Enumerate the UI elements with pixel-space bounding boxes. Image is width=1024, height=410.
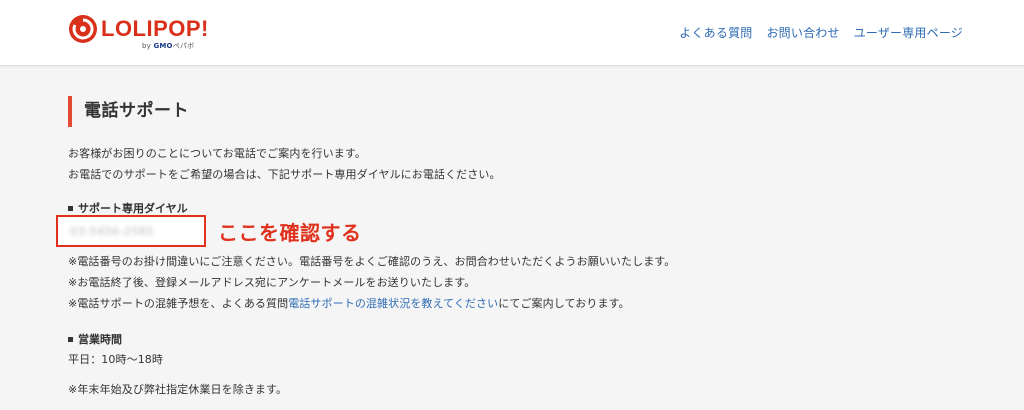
bullet-square [68, 337, 73, 342]
note-survey-mail: ※お電話終了後、登録メールアドレス宛にアンケートメールをお送りいたします。 [68, 276, 476, 289]
logo-gmo: GMO [153, 42, 173, 50]
nav-contact-link[interactable]: お問い合わせ [766, 24, 839, 41]
support-dial-heading: サポート専用ダイヤル [68, 200, 188, 216]
intro-text-2: お電話でのサポートをご希望の場合は、下記サポート専用ダイヤルにお電話ください。 [68, 168, 501, 181]
site-header: LOLIPOP! by GMOペパボ よくある質問 お問い合わせ ユーザー専用ペ… [0, 0, 1024, 66]
lollipop-logo-icon [69, 15, 97, 43]
logo-by: by [142, 42, 151, 50]
bullet-square [68, 206, 73, 211]
hours-heading: 営業時間 [68, 331, 122, 347]
note-wrong-number: ※電話番号のお掛け間違いにご注意ください。電話番号をよくご確認のうえ、お問合わせ… [68, 255, 676, 268]
logo-wordmark: LOLIPOP! [101, 16, 209, 41]
intro-text-1: お客様がお困りのことについてお電話でご案内を行います。 [68, 147, 366, 160]
logo-byline: by GMOペパボ [142, 41, 194, 51]
main-content: 電話サポート お客様がお困りのことについてお電話でご案内を行います。 お電話での… [56, 96, 968, 396]
congestion-faq-link[interactable]: 電話サポートの混雑状況を教えてください [288, 297, 498, 310]
page-title: 電話サポート [68, 96, 968, 127]
note-congestion: ※電話サポートの混雑予想を、よくある質問電話サポートの混雑状況を教えてくださいに… [68, 297, 630, 310]
check-here-callout: ここを確認する [218, 221, 362, 245]
nav-user-page-link[interactable]: ユーザー専用ページ [854, 24, 963, 41]
lolipop-logo[interactable]: LOLIPOP! by GMOペパボ [68, 10, 218, 54]
phone-number-box: 03-5456-2585 [56, 215, 206, 247]
holiday-note: ※年末年始及び弊社指定休業日を除きます。 [68, 383, 288, 396]
nav-faq-link[interactable]: よくある質問 [679, 24, 752, 41]
phone-number: 03-5456-2585 [70, 225, 154, 238]
header-nav: よくある質問 お問い合わせ ユーザー専用ページ [679, 24, 963, 41]
logo-company: ペパボ [172, 42, 195, 50]
hours-value: 平日：10時〜18時 [68, 353, 163, 366]
